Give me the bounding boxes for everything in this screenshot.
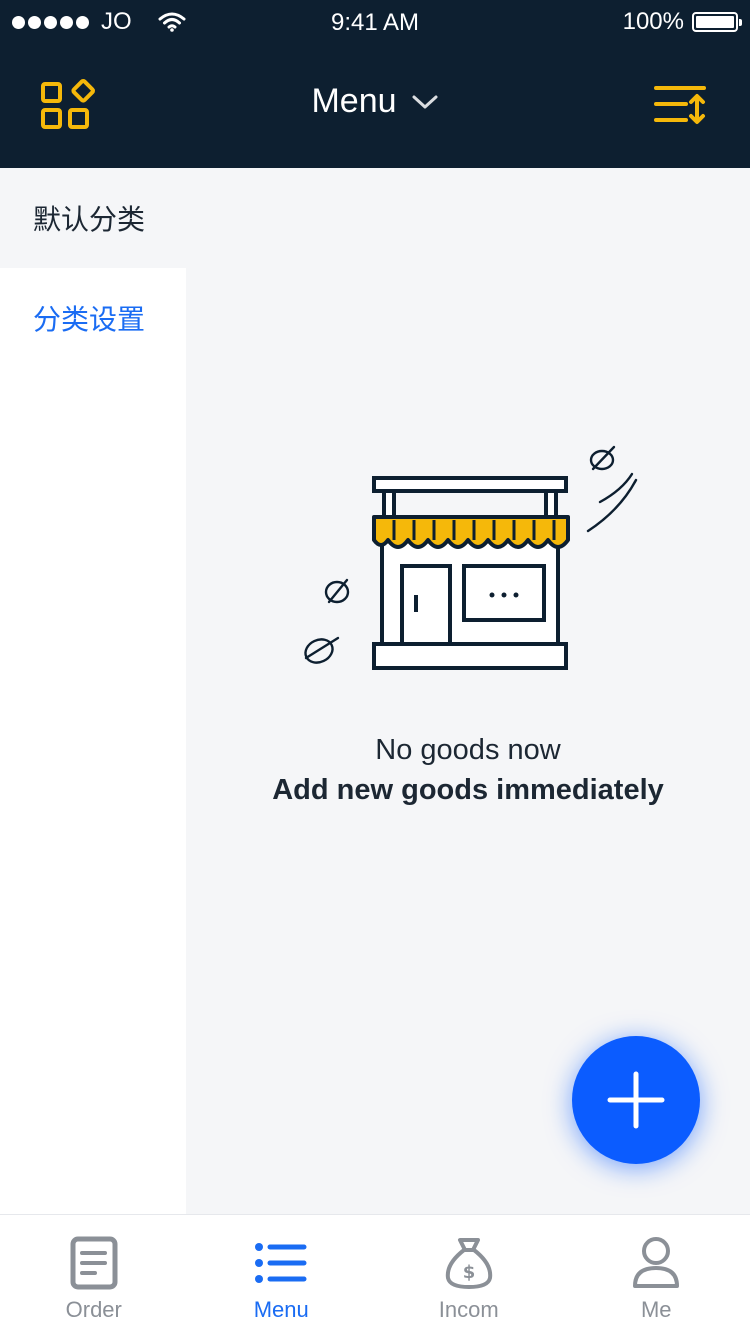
category-label: 分类设置 xyxy=(33,303,146,336)
grid-icon xyxy=(41,79,95,129)
sort-button[interactable] xyxy=(652,74,722,138)
nav-title-wrap: Menu xyxy=(0,82,750,121)
category-label: 默认分类 xyxy=(33,203,146,236)
tab-bar: Order Menu $ Incom Me xyxy=(0,1214,750,1334)
category-settings-link[interactable]: 分类设置 xyxy=(0,268,186,368)
sort-icon xyxy=(654,86,706,124)
menu-list-icon xyxy=(255,1243,307,1283)
leaf-icon xyxy=(589,445,616,471)
category-default[interactable]: 默认分类 xyxy=(0,168,186,268)
person-icon xyxy=(633,1237,680,1288)
money-bag-icon: $ xyxy=(445,1238,492,1289)
page-title: Menu xyxy=(311,82,397,120)
chevron-down-icon xyxy=(412,95,438,108)
battery-icon xyxy=(692,12,742,32)
empty-message: No goods now xyxy=(375,734,561,766)
tab-menu[interactable]: Menu xyxy=(188,1215,376,1334)
status-bar: JO 9:41 AM 100% xyxy=(0,0,750,44)
tab-me[interactable]: Me xyxy=(563,1215,750,1334)
category-sidebar: 默认分类 分类设置 xyxy=(0,168,186,1214)
status-right: 100% xyxy=(622,8,742,36)
tab-income[interactable]: $ Incom xyxy=(375,1215,563,1334)
leaf-icon xyxy=(304,636,340,664)
leaf-icon xyxy=(324,578,350,604)
menu-title-dropdown[interactable]: Menu xyxy=(311,82,438,121)
grid-button[interactable] xyxy=(30,74,100,138)
nav-bar: Menu xyxy=(0,44,750,168)
tab-label: Menu xyxy=(253,1297,309,1322)
order-icon xyxy=(70,1236,118,1290)
add-goods-button[interactable] xyxy=(572,1036,700,1164)
battery-percent: 100% xyxy=(622,8,684,35)
tab-label: Order xyxy=(65,1297,122,1322)
plus-icon xyxy=(607,1071,665,1129)
tab-order[interactable]: Order xyxy=(0,1215,188,1334)
empty-cta-text: Add new goods immediately xyxy=(272,774,664,806)
tab-label: Me xyxy=(640,1297,672,1322)
svg-text:$: $ xyxy=(462,1262,475,1283)
tab-label: Incom xyxy=(438,1297,499,1322)
storefront-icon xyxy=(304,445,638,670)
